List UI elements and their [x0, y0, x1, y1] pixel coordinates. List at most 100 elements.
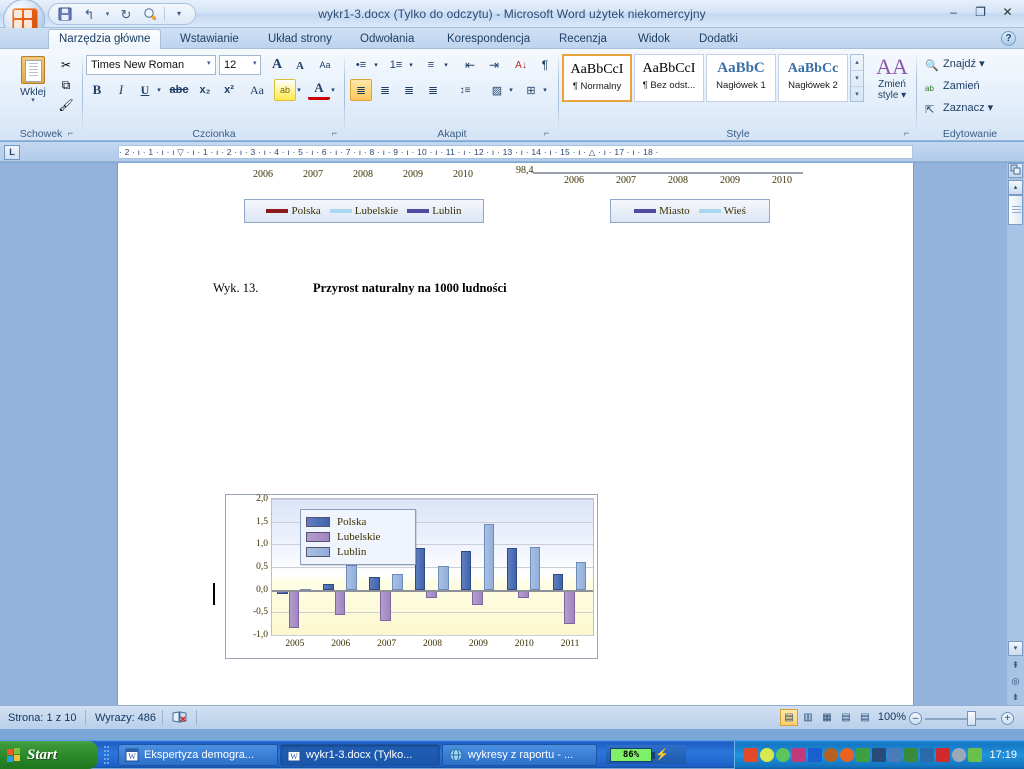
- bullets-dropdown-icon[interactable]: ▾: [371, 54, 381, 76]
- select-button[interactable]: ⇱ Zaznacz ▾: [924, 99, 993, 118]
- chart-icon[interactable]: [856, 748, 871, 762]
- bold-icon[interactable]: B: [86, 79, 108, 101]
- print-preview-icon[interactable]: [140, 5, 160, 24]
- zoom-in-button[interactable]: +: [1001, 712, 1014, 725]
- restore-button[interactable]: ❐: [968, 2, 993, 21]
- multilevel-list-icon[interactable]: ≡: [420, 54, 442, 76]
- change-case-icon[interactable]: Aa: [242, 79, 272, 101]
- font-name-input[interactable]: Times New Roman: [86, 55, 216, 75]
- style-card-naglowek-2[interactable]: AaBbCc Nagłówek 2: [778, 54, 848, 102]
- select-browse-object-button[interactable]: ◎: [1009, 675, 1022, 688]
- paste-button[interactable]: Wklej ▾: [10, 53, 56, 104]
- format-painter-icon[interactable]: 🖌: [56, 95, 76, 115]
- paragraph-dialog-launcher[interactable]: ⌐: [541, 128, 552, 139]
- borders-dropdown-icon[interactable]: ▾: [540, 79, 550, 101]
- styles-more-icon[interactable]: ▾: [851, 87, 863, 103]
- tab-odwolania[interactable]: Odwołania: [350, 30, 424, 49]
- word-count[interactable]: Wyrazy: 486: [95, 710, 156, 726]
- chart-13[interactable]: 2,0 1,5 1,0 0,5 0,0 -0,5 -1,0 2005 2006 …: [225, 494, 598, 659]
- horizontal-ruler-track[interactable]: · 2 · ı · 1 · ı · ı ▽ · ı · 1 · ı · 2 · …: [118, 145, 913, 159]
- shading-icon[interactable]: ▨: [486, 79, 508, 101]
- view-print-layout[interactable]: ▤: [780, 709, 798, 726]
- scroll-down-button[interactable]: ▾: [1008, 641, 1023, 656]
- undo-icon[interactable]: ↰: [79, 5, 99, 24]
- shield-icon[interactable]: [760, 748, 775, 762]
- tab-narzedzia-glowne[interactable]: Narzędzia główne: [48, 29, 162, 49]
- notes-icon[interactable]: [968, 748, 983, 762]
- replace-button[interactable]: ab Zamień: [924, 77, 980, 96]
- justify-icon[interactable]: ≣: [422, 79, 444, 101]
- presentation-icon[interactable]: [904, 748, 919, 762]
- taskbar-item-ekspertyza[interactable]: W Ekspertyza demogra...: [118, 744, 278, 766]
- font-color-icon[interactable]: A: [308, 78, 330, 100]
- font-color-dropdown-icon[interactable]: ▾: [328, 79, 338, 101]
- battery-indicator[interactable]: 86% ⚡: [606, 745, 686, 764]
- align-center-icon[interactable]: ≣: [374, 79, 396, 101]
- volume-icon[interactable]: [952, 748, 967, 762]
- style-card-normalny[interactable]: AaBbCcI ¶ Normalny: [562, 54, 632, 102]
- document-area[interactable]: 2006 2007 2008 2009 2010 Polska Lubelski…: [0, 163, 1024, 705]
- align-right-icon[interactable]: ≣: [398, 79, 420, 101]
- clear-formatting-icon[interactable]: Aa: [314, 54, 336, 76]
- clipboard-dialog-launcher[interactable]: ⌐: [65, 128, 76, 139]
- tab-uklad-strony[interactable]: Układ strony: [258, 30, 342, 49]
- taskbar-item-wykr1-3[interactable]: W wykr1-3.docx (Tylko...: [280, 744, 440, 766]
- undo-dropdown-icon[interactable]: ▾: [103, 5, 112, 24]
- paste-dropdown-icon[interactable]: ▾: [10, 97, 56, 104]
- superscript-icon[interactable]: x²: [218, 79, 240, 101]
- start-button[interactable]: Start: [0, 741, 98, 769]
- minimize-button[interactable]: –: [941, 2, 966, 21]
- monitor-icon[interactable]: [888, 748, 903, 762]
- clock[interactable]: 17:19: [989, 749, 1017, 761]
- tab-korespondencja[interactable]: Korespondencja: [437, 30, 540, 49]
- zoom-level[interactable]: 100%: [878, 711, 906, 723]
- sort-icon[interactable]: A↓: [510, 54, 532, 76]
- line-spacing-icon[interactable]: ↕≡: [450, 79, 480, 101]
- vertical-scrollbar[interactable]: ▴ ▾ ⇞ ◎ ⇟: [1007, 163, 1024, 705]
- styles-scroll-up-icon[interactable]: ▴: [851, 55, 863, 71]
- next-page-button[interactable]: ⇟: [1009, 691, 1022, 704]
- find-button[interactable]: 🔍 Znajdź ▾: [924, 55, 985, 74]
- styles-dialog-launcher[interactable]: ⌐: [901, 128, 912, 139]
- underline-dropdown-icon[interactable]: ▾: [154, 79, 164, 101]
- help-icon[interactable]: ?: [1001, 31, 1016, 46]
- previous-page-button[interactable]: ⇞: [1009, 659, 1022, 672]
- close-button[interactable]: ✕: [995, 2, 1020, 21]
- scroll-up-button[interactable]: ▴: [1008, 180, 1023, 195]
- network-icon[interactable]: [872, 748, 887, 762]
- strikethrough-icon[interactable]: abc: [168, 79, 190, 101]
- grow-font-icon[interactable]: A: [266, 54, 288, 76]
- tab-stop-selector[interactable]: L: [4, 145, 20, 160]
- numbering-dropdown-icon[interactable]: ▾: [406, 54, 416, 76]
- view-full-screen-reading[interactable]: ▥: [799, 709, 817, 726]
- zoom-slider[interactable]: – +: [909, 711, 1014, 726]
- change-styles-button[interactable]: AA Zmień style ▾: [868, 55, 916, 102]
- network-error-icon[interactable]: [936, 748, 951, 762]
- italic-icon[interactable]: I: [110, 79, 132, 101]
- select-browse-object-icon[interactable]: [1008, 163, 1023, 178]
- view-draft[interactable]: ▤: [856, 709, 874, 726]
- style-card-naglowek-1[interactable]: AaBbC Nagłówek 1: [706, 54, 776, 102]
- update-icon[interactable]: [776, 748, 791, 762]
- view-outline[interactable]: ▤: [837, 709, 855, 726]
- increase-indent-icon[interactable]: ⇥: [483, 54, 505, 76]
- decrease-indent-icon[interactable]: ⇤: [459, 54, 481, 76]
- horizontal-ruler[interactable]: L · 2 · ı · 1 · ı · ı ▽ · ı · 1 · ı · 2 …: [0, 142, 1024, 162]
- zoom-out-button[interactable]: –: [909, 712, 922, 725]
- align-left-icon[interactable]: ≣: [350, 79, 372, 101]
- bullets-icon[interactable]: •≡: [350, 54, 372, 76]
- subscript-icon[interactable]: x₂: [194, 79, 216, 101]
- antivirus-icon[interactable]: [744, 748, 759, 762]
- multilevel-dropdown-icon[interactable]: ▾: [441, 54, 451, 76]
- borders-icon[interactable]: ⊞: [520, 79, 542, 101]
- firefox-icon[interactable]: [840, 748, 855, 762]
- customize-qat-icon[interactable]: ▾: [169, 5, 189, 24]
- sync-icon[interactable]: [824, 748, 839, 762]
- proofing-errors-icon[interactable]: [172, 710, 188, 726]
- view-web-layout[interactable]: ▦: [818, 709, 836, 726]
- shading-dropdown-icon[interactable]: ▾: [506, 79, 516, 101]
- zoom-slider-thumb[interactable]: [967, 711, 976, 726]
- tab-dodatki[interactable]: Dodatki: [689, 30, 748, 49]
- tab-recenzja[interactable]: Recenzja: [549, 30, 617, 49]
- wireless-icon[interactable]: [920, 748, 935, 762]
